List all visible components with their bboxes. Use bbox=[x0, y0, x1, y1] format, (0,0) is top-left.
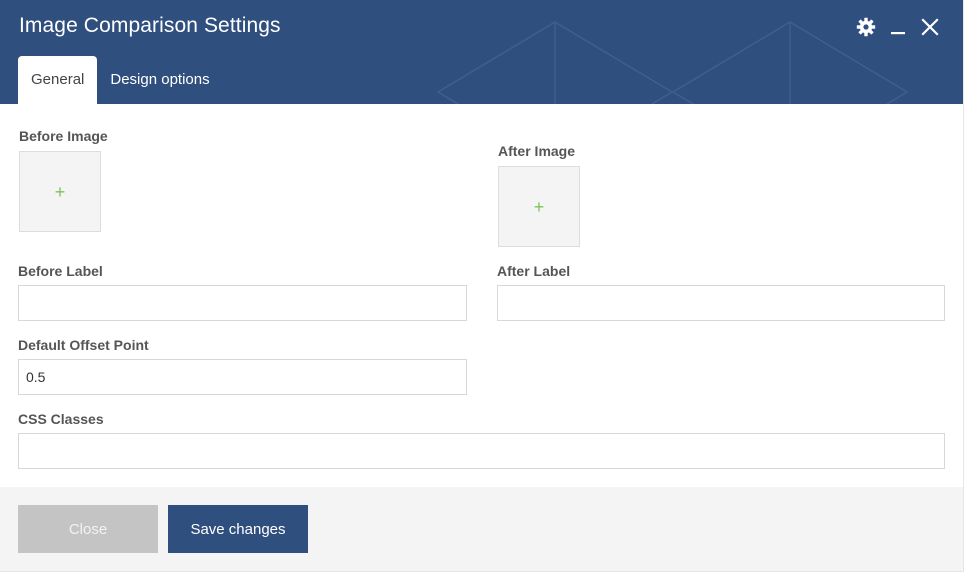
save-changes-button[interactable]: Save changes bbox=[168, 505, 308, 553]
tab-bar: General Design options bbox=[18, 56, 223, 104]
css-classes-input[interactable] bbox=[18, 433, 945, 469]
after-image-picker[interactable]: + bbox=[498, 166, 580, 247]
window-controls bbox=[855, 16, 941, 38]
gear-icon[interactable] bbox=[855, 16, 877, 38]
dialog-footer: Close Save changes bbox=[0, 487, 963, 571]
close-button[interactable]: Close bbox=[18, 505, 158, 553]
after-label-input[interactable] bbox=[497, 285, 945, 321]
plus-icon: + bbox=[533, 196, 545, 217]
before-label-field-label: Before Label bbox=[18, 263, 103, 279]
after-image-label: After Image bbox=[498, 143, 576, 159]
before-image-picker[interactable]: + bbox=[19, 151, 101, 232]
tab-design-options[interactable]: Design options bbox=[97, 56, 222, 104]
close-icon[interactable] bbox=[919, 16, 941, 38]
dialog-title: Image Comparison Settings bbox=[19, 14, 281, 37]
default-offset-point-label: Default Offset Point bbox=[18, 337, 149, 353]
minimize-icon[interactable] bbox=[887, 16, 909, 38]
before-image-label: Before Image bbox=[19, 128, 108, 144]
tab-general[interactable]: General bbox=[18, 56, 98, 104]
dialog-header: Image Comparison Settings General Design… bbox=[0, 0, 963, 104]
plus-icon: + bbox=[54, 181, 66, 202]
after-label-field-label: After Label bbox=[497, 263, 571, 279]
before-label-input[interactable] bbox=[18, 285, 467, 321]
css-classes-label: CSS Classes bbox=[18, 411, 104, 427]
image-comparison-settings-dialog: Image Comparison Settings General Design… bbox=[0, 0, 964, 572]
default-offset-point-input[interactable] bbox=[18, 359, 467, 395]
